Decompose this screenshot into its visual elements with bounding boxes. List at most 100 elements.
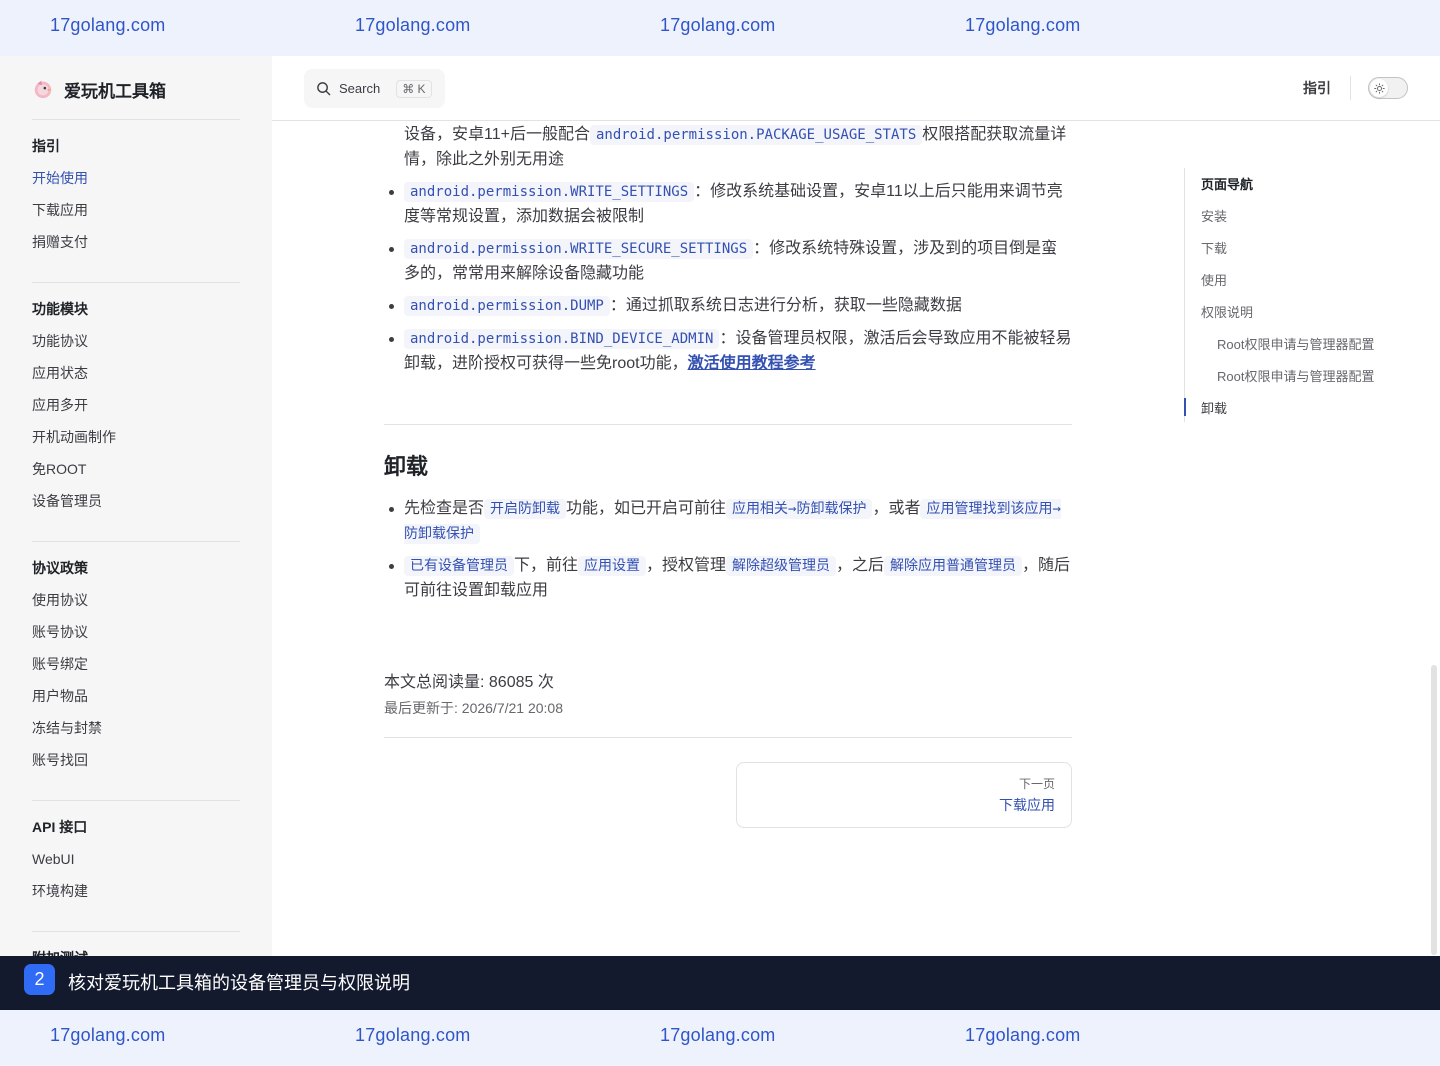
last-updated: 最后更新于: 2026/7/21 20:08	[384, 700, 563, 716]
sidebar-group-title: 功能模块	[32, 301, 88, 317]
step-badge: 2	[24, 964, 55, 995]
list-item: android.permission.BIND_DEVICE_ADMIN ：设备管…	[389, 327, 1072, 376]
list-item-text: 设备，安卓11+后一般配合	[404, 126, 590, 143]
next-page-title: 下载应用	[999, 797, 1055, 813]
sidebar-item-download[interactable]: 下载应用	[32, 194, 240, 226]
sidebar-group-api: API 接口 WebUI 环境构建	[32, 811, 240, 907]
sidebar-group-guide: 指引 开始使用 下载应用 捐赠支付	[32, 130, 240, 258]
top-navbar: Search ⌘ K 指引	[272, 56, 1440, 121]
scrollbar-thumb[interactable]	[1431, 665, 1437, 955]
sidebar-item-device-admin[interactable]: 设备管理员	[32, 485, 240, 517]
doc-content: 设备，安卓11+后一般配合 android.permission.PACKAGE_…	[384, 121, 1072, 956]
task-banner: 2 核对爱玩机工具箱的设备管理员与权限说明	[0, 956, 1440, 1010]
sidebar-group-extra: 附加测试	[32, 942, 240, 956]
watermark-bar-top: 17golang.com 17golang.com 17golang.com 1…	[0, 0, 1440, 56]
section-heading-uninstall: 卸载	[384, 454, 429, 479]
outline-item-root-config[interactable]: Root权限申请与管理器配置	[1217, 366, 1374, 385]
sidebar-item-getting-started[interactable]: 开始使用	[32, 162, 240, 194]
list-item-text: 功能，如已开启可前往	[566, 500, 727, 517]
read-count: 本文总阅读量: 86085 次	[384, 674, 554, 691]
sidebar-divider	[32, 119, 240, 120]
activation-tutorial-link[interactable]: 激活使用教程参考	[688, 355, 816, 372]
outline-item-uninstall[interactable]: 卸载	[1201, 398, 1227, 417]
sidebar-item-account-recovery[interactable]: 账号找回	[32, 744, 240, 776]
next-page-button[interactable]: 下一页 下载应用	[736, 762, 1072, 828]
inline-code: android.permission.BIND_DEVICE_ADMIN	[404, 329, 720, 349]
brand-link[interactable]: 爱玩机工具箱	[32, 74, 166, 104]
inline-tag: 解除应用普通管理员	[884, 556, 1023, 576]
watermark-text: 17golang.com	[50, 15, 166, 35]
sidebar-item-protocol[interactable]: 功能协议	[32, 325, 240, 357]
inline-tag: 应用设置	[578, 556, 647, 576]
sidebar-item-env-build[interactable]: 环境构建	[32, 875, 240, 907]
inline-code: android.permission.PACKAGE_USAGE_STATS	[589, 125, 923, 145]
sidebar-item-usage-agreement[interactable]: 使用协议	[32, 584, 240, 616]
list-item: 先检查是否 开启防卸载 功能，如已开启可前往 应用相关→防卸载保护 ，或者 应用管理找到该…	[389, 497, 1072, 546]
switch-knob	[1370, 79, 1388, 97]
watermark-text: 17golang.com	[355, 1025, 471, 1045]
watermark-text: 17golang.com	[965, 1025, 1081, 1045]
next-page-desc: 下一页	[1018, 777, 1055, 791]
sidebar-item-webui[interactable]: WebUI	[32, 843, 240, 875]
watermark-text: 17golang.com	[660, 15, 776, 35]
banner-text: 核对爱玩机工具箱的设备管理员与权限说明	[68, 973, 410, 993]
list-item: android.permission.DUMP ：通过抓取系统日志进行分析，获取一…	[389, 294, 1072, 319]
inline-code: android.permission.DUMP	[404, 296, 610, 316]
sidebar-item-freeze-ban[interactable]: 冻结与封禁	[32, 712, 240, 744]
outline-item-install[interactable]: 安装	[1201, 206, 1227, 225]
list-item-text: ，授权管理	[646, 557, 727, 574]
bird-logo-icon	[34, 80, 52, 99]
sidebar-item-no-root[interactable]: 免ROOT	[32, 453, 240, 485]
section-divider	[384, 424, 1072, 425]
list-item: android.permission.WRITE_SETTINGS ：修改系统基础…	[389, 180, 1072, 229]
list-item-text: ，或者	[872, 500, 921, 517]
inline-code: android.permission.WRITE_SETTINGS	[404, 182, 695, 202]
nav-divider	[1350, 76, 1351, 100]
search-label: Search	[339, 81, 381, 96]
list-item: 设备，安卓11+后一般配合 android.permission.PACKAGE_…	[404, 123, 1072, 172]
outline-item-root-config[interactable]: Root权限申请与管理器配置	[1217, 334, 1374, 353]
search-shortcut: ⌘ K	[396, 79, 432, 98]
watermark-text: 17golang.com	[965, 15, 1081, 35]
list-item-text: 下，前往	[514, 557, 579, 574]
sidebar-group-title: API 接口	[32, 819, 88, 835]
list-item-text: ，之后	[836, 557, 885, 574]
sidebar-divider	[32, 541, 240, 542]
outline-track	[1184, 168, 1185, 422]
sidebar-item-account-agreement[interactable]: 账号协议	[32, 616, 240, 648]
sidebar-divider	[32, 931, 240, 932]
list-item: android.permission.WRITE_SECURE_SETTINGS…	[389, 237, 1072, 286]
sun-icon	[1373, 82, 1385, 94]
sidebar-item-app-clone[interactable]: 应用多开	[32, 389, 240, 421]
search-icon	[317, 82, 331, 96]
sidebar-divider	[32, 282, 240, 283]
theme-toggle[interactable]	[1368, 77, 1408, 99]
sidebar-item-user-items[interactable]: 用户物品	[32, 680, 240, 712]
watermark-bar-bottom: 17golang.com 17golang.com 17golang.com 1…	[0, 1010, 1440, 1066]
sidebar-group-modules: 功能模块 功能协议 应用状态 应用多开 开机动画制作 免ROOT 设备管理员	[32, 293, 240, 517]
sidebar: 爱玩机工具箱 指引 开始使用 下载应用 捐赠支付 功能模块 功能协议 应用状态 …	[0, 56, 272, 956]
inline-tag: 解除超级管理员	[726, 556, 837, 576]
outline-item-download[interactable]: 下载	[1201, 238, 1227, 257]
sidebar-item-donate[interactable]: 捐赠支付	[32, 226, 240, 258]
brand-name: 爱玩机工具箱	[64, 81, 166, 101]
sidebar-item-account-binding[interactable]: 账号绑定	[32, 648, 240, 680]
outline-item-permissions[interactable]: 权限说明	[1201, 302, 1253, 321]
outline-item-usage[interactable]: 使用	[1201, 270, 1227, 289]
list-item: 已有设备管理员 下，前往 应用设置 ，授权管理 解除超级管理员 ，之后 解除应用普通管理员，…	[389, 554, 1072, 603]
nav-link-guide[interactable]: 指引	[1303, 78, 1331, 98]
inline-tag: 已有设备管理员	[404, 556, 514, 576]
sidebar-item-app-status[interactable]: 应用状态	[32, 357, 240, 389]
sidebar-group-title: 指引	[32, 138, 60, 154]
sidebar-item-boot-animation[interactable]: 开机动画制作	[32, 421, 240, 453]
search-button[interactable]: Search ⌘ K	[304, 69, 445, 108]
watermark-text: 17golang.com	[660, 1025, 776, 1045]
inline-code: android.permission.WRITE_SECURE_SETTINGS	[404, 239, 754, 259]
sidebar-group-title: 附加测试	[32, 942, 240, 956]
inline-tag: 应用相关→防卸载保护	[726, 499, 873, 519]
sidebar-group-title: 协议政策	[32, 560, 88, 576]
outline-title: 页面导航	[1201, 177, 1254, 192]
watermark-text: 17golang.com	[50, 1025, 166, 1045]
inline-tag: 开启防卸载	[484, 499, 567, 519]
outline-active-marker	[1184, 398, 1186, 416]
